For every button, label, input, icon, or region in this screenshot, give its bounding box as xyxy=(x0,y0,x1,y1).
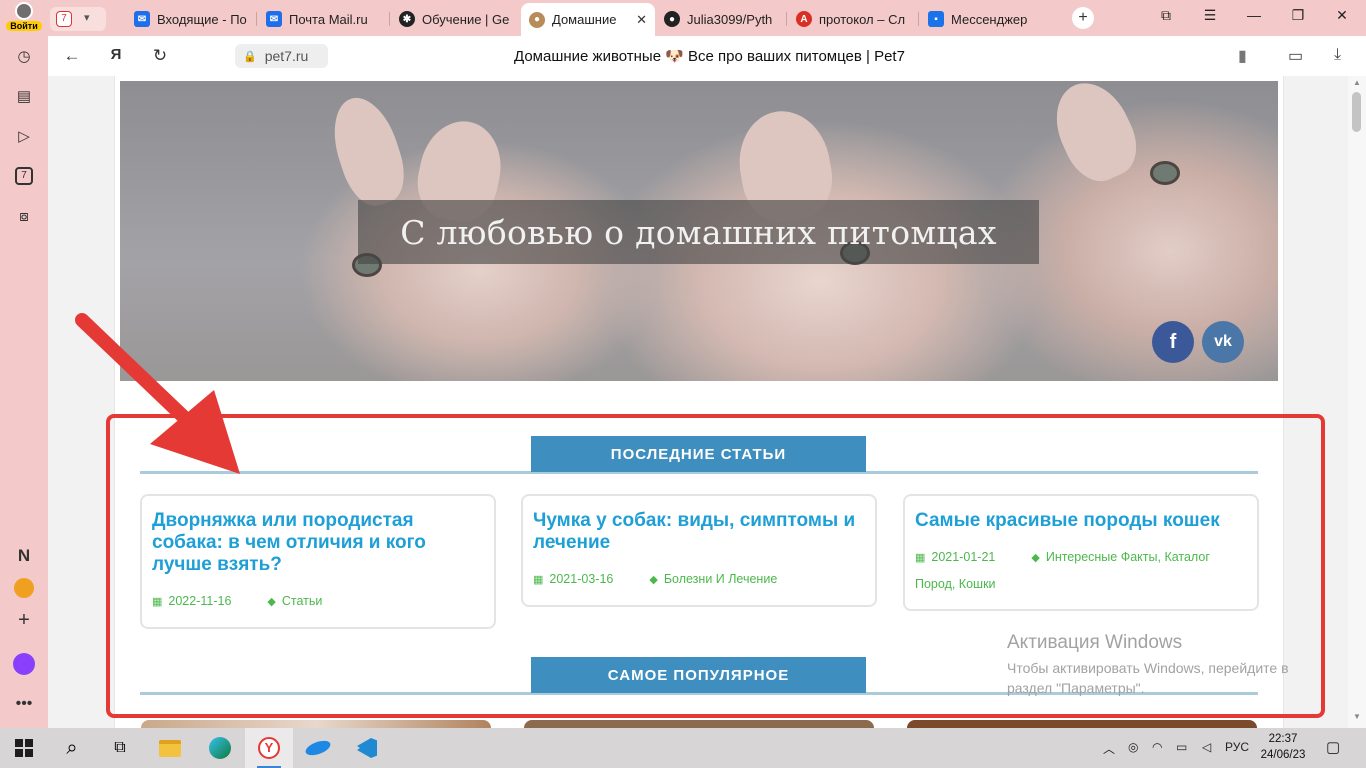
minimize-icon[interactable]: — xyxy=(1242,7,1266,23)
mail-app-icon[interactable] xyxy=(12,576,36,600)
tab-messenger[interactable]: ▪ Мессенджер xyxy=(920,5,1060,33)
add-panel-icon[interactable]: + xyxy=(12,608,36,632)
notion-icon[interactable]: N xyxy=(12,544,36,568)
facebook-icon[interactable]: f xyxy=(1152,321,1194,363)
popular-thumbnail[interactable] xyxy=(524,720,874,728)
notifications-icon[interactable]: ▢ xyxy=(1326,738,1340,756)
hero-decor xyxy=(1150,161,1180,185)
scroll-up-icon[interactable]: ▲ xyxy=(1353,78,1361,87)
tab-label: Julia3099/Pyth xyxy=(687,11,773,27)
close-window-icon[interactable]: ✕ xyxy=(1330,7,1354,24)
collections-icon[interactable]: ⧉ xyxy=(1154,7,1178,24)
new-tab-button[interactable]: + xyxy=(1072,7,1094,29)
restore-icon[interactable]: ❐ xyxy=(1286,7,1310,24)
page-scrollbar[interactable]: ▲ ▼ xyxy=(1348,76,1366,728)
battery-icon[interactable]: ▭ xyxy=(1176,740,1187,754)
language-indicator[interactable]: РУС xyxy=(1225,740,1249,754)
tab-divider xyxy=(918,12,919,26)
hero-decor xyxy=(1042,81,1148,192)
app-icon[interactable] xyxy=(294,728,342,768)
bookmark-icon[interactable]: ▮ xyxy=(1238,46,1247,66)
tab-label: Обучение | Ge xyxy=(422,11,510,27)
scroll-down-icon[interactable]: ▼ xyxy=(1353,712,1361,721)
clock-time: 22:37 xyxy=(1268,733,1298,745)
alice-icon[interactable] xyxy=(12,652,36,676)
github-icon: ● xyxy=(664,11,680,27)
windows-taskbar: ⌕ ⧉ Y ︿ ◎ ◠ ▭ ◁ РУС 22:37 24/06/23 ▢ xyxy=(0,728,1366,768)
close-icon[interactable]: ✕ xyxy=(636,12,647,28)
tab-pets-active[interactable]: ● Домашние ✕ xyxy=(521,3,655,36)
vk-icon[interactable]: vk xyxy=(1202,321,1244,363)
download-icon[interactable]: ⤓ xyxy=(1334,46,1341,64)
popular-thumbnail[interactable] xyxy=(907,720,1257,728)
annotation-arrow-icon xyxy=(75,313,240,474)
clock[interactable]: 22:37 24/06/23 xyxy=(1259,731,1307,763)
tab-github[interactable]: ● Julia3099/Pyth xyxy=(656,5,784,33)
chevron-up-icon[interactable]: ︿ xyxy=(1103,740,1115,757)
popular-thumbnail[interactable] xyxy=(141,720,491,728)
meet-now-icon[interactable]: ◎ xyxy=(1128,740,1138,754)
more-icon[interactable]: ••• xyxy=(12,692,36,716)
tab-divider xyxy=(389,12,390,26)
windows-logo-icon xyxy=(15,739,33,757)
tab-label: протокол – Сл xyxy=(819,11,906,27)
clock-date: 24/06/23 xyxy=(1260,749,1306,761)
pug-icon: ● xyxy=(529,11,545,28)
hero-title: С любовью о домашних питомцах xyxy=(358,200,1039,264)
scrollbar-thumb[interactable] xyxy=(1352,92,1361,132)
wifi-icon[interactable]: ◠ xyxy=(1152,740,1162,754)
volume-icon[interactable]: ◁ xyxy=(1202,740,1211,754)
tab-label: Почта Mail.ru xyxy=(289,11,368,27)
tab-learning[interactable]: ✱ Обучение | Ge xyxy=(391,5,517,33)
menu-icon[interactable]: ☰ xyxy=(1198,7,1222,24)
messenger-icon: ▪ xyxy=(928,11,944,27)
openai-icon: ✱ xyxy=(399,11,415,27)
hero-decor xyxy=(322,89,414,213)
file-explorer-icon[interactable] xyxy=(146,728,194,768)
tab-label: Мессенджер xyxy=(951,11,1028,27)
task-view-icon[interactable]: ⧉ xyxy=(96,728,144,768)
search-icon[interactable]: ⌕ xyxy=(48,728,96,768)
tab-protocol[interactable]: A протокол – Сл xyxy=(788,5,916,33)
tab-label: Домашние xyxy=(552,12,617,27)
translate-icon: A xyxy=(796,11,812,27)
vscode-icon[interactable] xyxy=(343,728,391,768)
yandex-browser-icon[interactable]: Y xyxy=(245,728,293,768)
page-title: Домашние животные 🐶 Все про ваших питомц… xyxy=(514,48,905,65)
tab-divider xyxy=(786,12,787,26)
edge-icon[interactable] xyxy=(196,728,244,768)
reader-mode-icon[interactable]: ▭ xyxy=(1288,46,1303,66)
start-button[interactable] xyxy=(0,728,48,768)
